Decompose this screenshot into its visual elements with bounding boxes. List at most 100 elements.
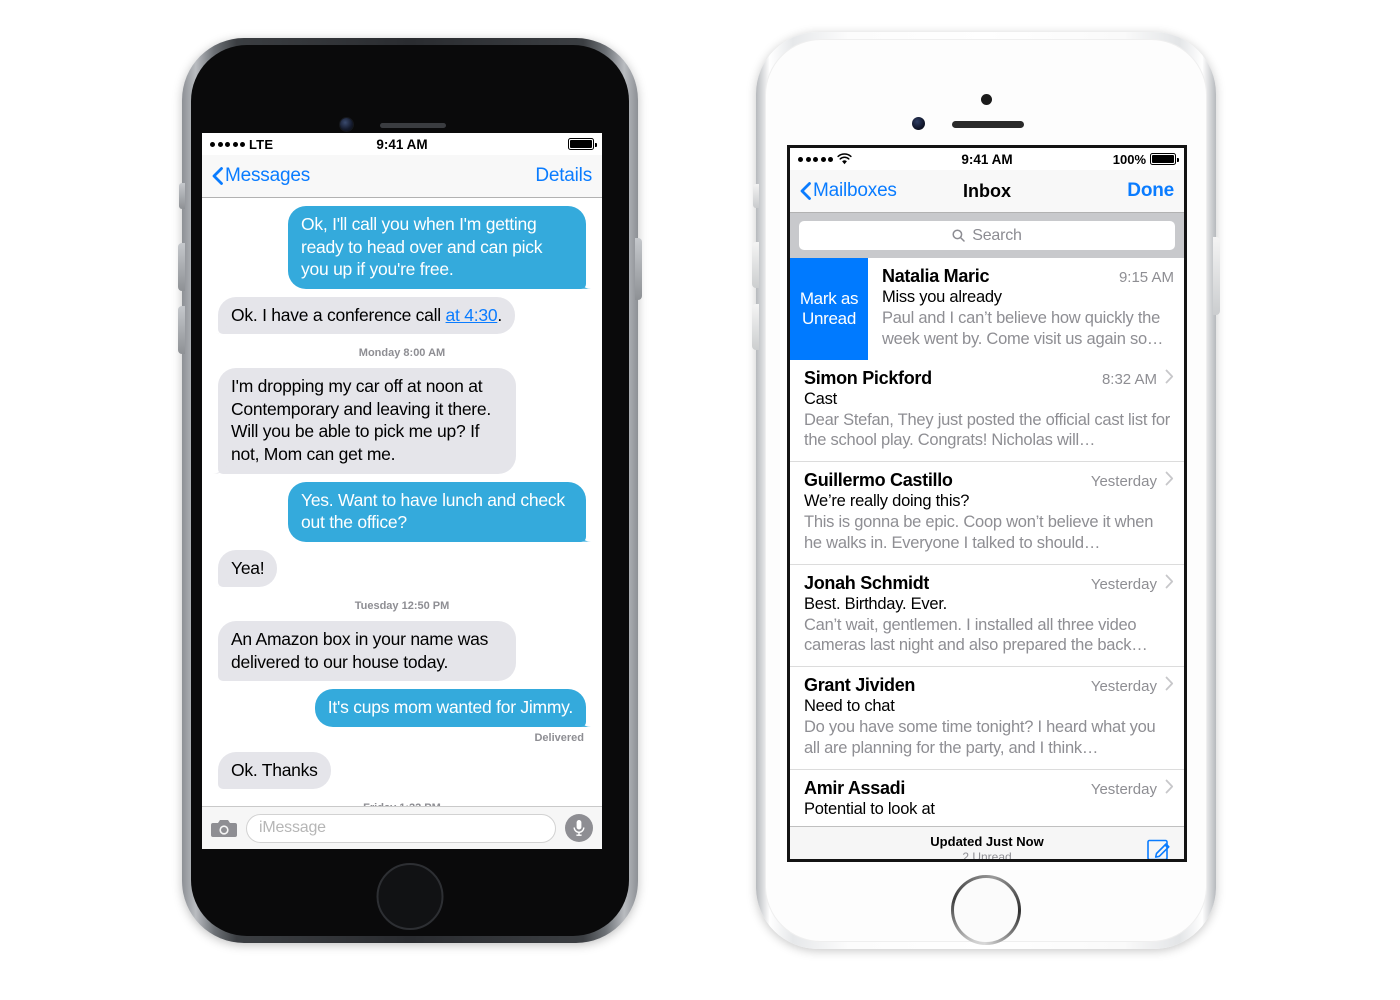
mail-cell[interactable]: Guillermo Castillo Yesterday We’re really … [790,462,1184,565]
updated-label: Updated Just Now [930,833,1044,849]
message-bubble-received[interactable]: Ok. Thanks [218,751,331,790]
search-placeholder: Search [972,226,1022,244]
message-bubble-received[interactable]: Ok. I have a conference call at 4:30. [218,296,515,335]
status-bar-messages: LTE 9:41 AM [202,133,602,155]
battery-icon [1150,153,1179,165]
details-button[interactable]: Details [535,165,592,187]
message-bubble-sent[interactable]: Yes. Want to have lunch and check out th… [288,481,586,542]
message-thread[interactable]: Ok, I'll call you when I'm getting ready… [202,198,602,806]
detected-time-link[interactable]: at 4:30 [446,305,498,325]
mail-navigation-bar: Mailboxes Inbox Done [790,170,1184,213]
mail-list-item[interactable]: Mark as Unread Natalia Maric 9:15 AM Miss y… [790,258,1184,360]
back-button-label: Mailboxes [813,180,897,201]
front-camera-icon [912,117,925,130]
chevron-right-icon [1165,369,1174,383]
signal-strength-icon [798,156,833,162]
back-to-mailboxes-button[interactable]: Mailboxes [800,180,897,202]
message-bubble-received[interactable]: I'm dropping my car off at noon at Conte… [218,368,516,474]
back-button-label: Messages [225,165,310,186]
mail-cell[interactable]: Simon Pickford 8:32 AM Cast Dear Stefan, Th… [790,360,1184,463]
search-bar-container: Search [790,213,1184,258]
mail-timestamp: 8:32 AM [1101,370,1157,388]
mail-cell[interactable]: Grant Jividen Yesterday Need to chat Do you… [790,667,1184,770]
chevron-right-icon [1165,779,1174,794]
imessage-placeholder: iMessage [259,819,326,836]
mail-sender-name: Natalia Maric [882,266,990,286]
message-bubble-received[interactable]: An Amazon box in your name was delivered… [218,621,516,682]
volume-up-button[interactable] [752,242,759,288]
mail-sender-name: Simon Pickford [804,367,932,388]
mail-list-item[interactable]: Grant Jividen Yesterday Need to chat Do you… [790,667,1184,770]
mail-cell[interactable]: Natalia Maric 9:15 AM Miss you already Paul… [868,258,1184,360]
message-row: Ok. I have a conference call at 4:30. [202,296,602,335]
iphone-black-device: LTE 9:41 AM Messages Details Ok, I'll ca [178,38,642,943]
mail-app-screen: 9:41 AM 100% Mailboxes Inbox Done Search… [787,145,1187,862]
mail-cell[interactable]: Jonah Schmidt Yesterday Best. Birthday. Ev… [790,565,1184,668]
message-bubble-sent[interactable]: It's cups mom wanted for Jimmy. [314,689,586,727]
chevron-right-icon [1165,471,1174,486]
message-row: Yes. Want to have lunch and check out th… [202,481,602,542]
mail-cell-header: Guillermo Castillo Yesterday [804,470,1174,491]
mail-sender-name: Guillermo Castillo [804,470,953,491]
search-input[interactable]: Search [799,221,1175,250]
message-row: It's cups mom wanted for Jimmy. [202,689,602,727]
messages-app-screen: LTE 9:41 AM Messages Details Ok, I'll ca [202,133,602,849]
mail-sender-name: Grant Jividen [804,675,916,696]
message-row: Ok, I'll call you when I'm getting ready… [202,206,602,289]
battery-percentage: 100% [1112,151,1146,167]
carrier-label: LTE [249,136,274,152]
search-icon [952,229,965,242]
earpiece-speaker [380,123,446,128]
messages-compose-toolbar: iMessage [202,806,602,849]
status-bar-left [798,153,852,165]
inbox-message-list[interactable]: Mark as Unread Natalia Maric 9:15 AM Miss y… [790,258,1184,826]
microphone-button[interactable] [565,814,593,842]
mail-timestamp: Yesterday [1090,473,1157,491]
mail-list-item[interactable]: Simon Pickford 8:32 AM Cast Dear Stefan, Th… [790,359,1184,463]
message-timestamp: Tuesday 12:50 PM [354,600,450,613]
mail-cell-header: Simon Pickford 8:32 AM [804,368,1174,389]
unread-count-label: 2 Unread [962,849,1012,862]
volume-down-button[interactable] [752,304,759,350]
message-bubble-received[interactable]: Yea! [218,549,278,588]
volume-down-button[interactable] [178,306,185,354]
mail-timestamp: Yesterday [1090,678,1157,696]
mail-cell[interactable]: Amir Assadi Yesterday Potential to look at [790,770,1184,826]
status-bar-right [568,138,597,150]
mail-sender-name: Amir Assadi [804,777,906,798]
home-button[interactable] [376,863,444,930]
screenshot-stage: LTE 9:41 AM Messages Details Ok, I'll ca [0,0,1400,1000]
power-button[interactable] [1213,237,1220,315]
mail-timestamp: Yesterday [1090,575,1157,593]
mail-list-item[interactable]: Jonah Schmidt Yesterday Best. Birthday. Ev… [790,564,1184,668]
status-bar-mail: 9:41 AM 100% [790,148,1184,170]
home-button[interactable] [951,875,1021,945]
back-to-messages-button[interactable]: Messages [212,165,310,187]
chevron-right-icon [1165,676,1174,691]
power-button[interactable] [635,238,642,300]
wifi-icon [837,153,852,165]
compose-icon[interactable] [1146,836,1172,862]
silence-switch[interactable] [179,183,185,209]
mail-list-item[interactable]: Guillermo Castillo Yesterday We’re really … [790,462,1184,565]
mail-list-item[interactable]: Amir Assadi Yesterday Potential to look at [790,769,1184,826]
status-bar-right: 100% [1112,151,1179,167]
mail-cell-header: Jonah Schmidt Yesterday [804,573,1174,594]
message-row: Ok. Thanks [202,751,602,790]
mail-timestamp: Yesterday [1090,780,1157,798]
message-bubble-sent[interactable]: Ok, I'll call you when I'm getting ready… [288,206,586,289]
mail-sender-name: Jonah Schmidt [804,572,930,593]
signal-strength-icon [210,141,245,147]
volume-up-button[interactable] [178,243,185,291]
imessage-input[interactable]: iMessage [246,813,556,843]
camera-icon[interactable] [211,818,237,839]
chevron-left-icon [212,167,223,185]
silence-switch[interactable] [753,184,759,208]
delivery-receipt: Delivered [534,731,584,744]
done-button[interactable]: Done [1127,180,1174,202]
mail-subject: Need to chat [804,697,895,716]
mail-preview-text: Dear Stefan, They just posted the offici… [804,410,1170,450]
proximity-sensor-icon [981,94,992,105]
mark-as-unread-button[interactable]: Mark as Unread [790,258,868,360]
iphone-white-device: 9:41 AM 100% Mailboxes Inbox Done Search… [752,32,1220,949]
